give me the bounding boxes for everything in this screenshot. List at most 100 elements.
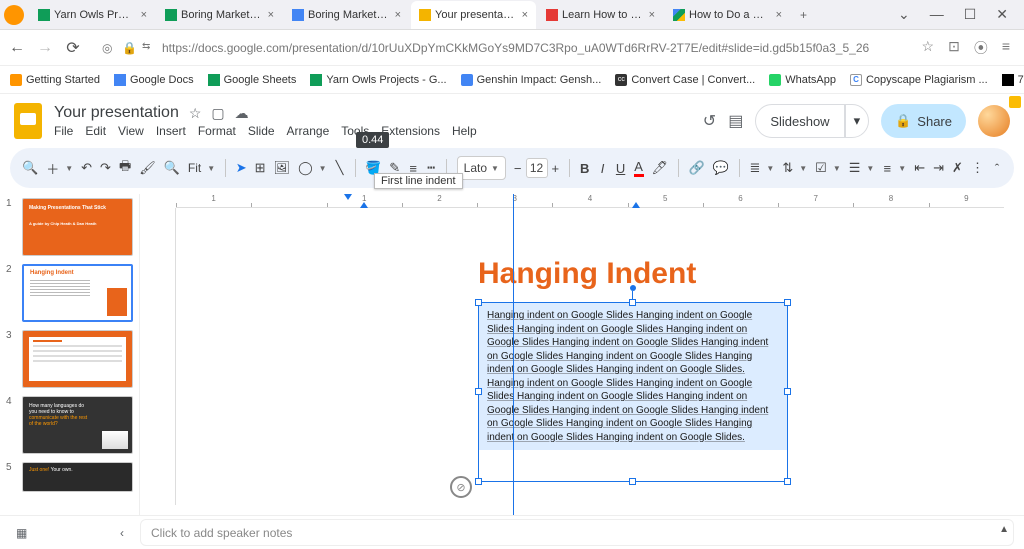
font-increase[interactable]: + [552, 161, 560, 176]
back-button[interactable]: ← [8, 39, 26, 57]
search-menus-icon[interactable]: 🔍 [22, 159, 38, 177]
thumbnail-3[interactable] [22, 330, 133, 388]
bookmark-item[interactable]: CCopyscape Plagiarism ... [850, 74, 988, 86]
zoom-level[interactable]: Fit [188, 161, 201, 175]
font-decrease[interactable]: − [514, 161, 522, 176]
resize-handle[interactable] [475, 299, 482, 306]
line-spacing-button[interactable]: ⇅ [782, 159, 793, 177]
menu-item[interactable]: Extensions [381, 124, 440, 138]
shape-tool[interactable]: ◯ [298, 159, 313, 177]
speaker-notes[interactable]: Click to add speaker notes ▲ [140, 519, 1014, 546]
italic-button[interactable]: I [598, 159, 608, 177]
thumbnail-1[interactable]: Making Presentations That StickA guide b… [22, 198, 133, 256]
menu-item[interactable]: Arrange [287, 124, 330, 138]
image-tool[interactable]: 🖼 [274, 159, 291, 177]
browser-tab[interactable]: Boring Marketing_How To D× [284, 1, 409, 29]
avatar[interactable] [978, 105, 1010, 137]
reload-button[interactable]: ⟳ [64, 38, 82, 58]
thumbnail-2[interactable]: Hanging Indent [22, 264, 133, 322]
star-icon[interactable]: ☆ [189, 105, 202, 122]
slideshow-button[interactable]: Slideshow [755, 104, 844, 138]
bookmark-item[interactable]: Yarn Owls Projects - G... [310, 74, 446, 86]
close-tab-icon[interactable]: × [395, 9, 401, 21]
comment-button[interactable]: 💬 [713, 159, 729, 177]
undo-button[interactable]: ↶ [81, 159, 92, 177]
menu-button[interactable]: ≡ [1002, 38, 1010, 58]
bookmark-item[interactable]: ccConvert Case | Convert... [615, 74, 755, 86]
collapse-toolbar-icon[interactable]: ˆ [992, 159, 1002, 177]
textbox-content[interactable]: Hanging indent on Google Slides Hanging … [479, 303, 787, 450]
indent-increase-button[interactable]: ⇥ [933, 159, 944, 177]
minimize-button[interactable]: ― [930, 6, 944, 23]
scroll-up-icon[interactable]: ▲ [999, 524, 1009, 535]
close-tab-icon[interactable]: × [776, 9, 782, 21]
bookmark-item[interactable]: Google Sheets [208, 74, 297, 86]
thumbnail-5[interactable]: Just one! Your own. [22, 462, 133, 492]
keep-icon[interactable] [1009, 96, 1021, 108]
history-icon[interactable]: ↺ [703, 111, 716, 131]
move-icon[interactable]: ▢ [211, 105, 224, 122]
forward-button[interactable]: → [36, 39, 54, 57]
checklist-button[interactable]: ☑ [815, 159, 827, 177]
url-field[interactable]: ◎ 🔒 ⇆ https://docs.google.com/presentati… [92, 41, 912, 55]
clear-format-button[interactable]: ✗ [952, 159, 963, 177]
resize-handle[interactable] [784, 478, 791, 485]
redo-button[interactable]: ↷ [100, 159, 111, 177]
menu-item[interactable]: Slide [248, 124, 275, 138]
align-button[interactable]: ≣ [750, 159, 761, 177]
browser-tab[interactable]: How to Do a Hanging Inden× [665, 1, 790, 29]
link-button[interactable]: 🔗 [689, 159, 705, 177]
new-tab-button[interactable]: + [792, 8, 815, 22]
underline-button[interactable]: U [616, 159, 626, 177]
horizontal-ruler[interactable]: 1123456789 [176, 194, 1004, 208]
select-tool[interactable]: ➤ [236, 159, 247, 177]
close-tab-icon[interactable]: × [141, 9, 147, 21]
thumbnail-4[interactable]: How many languages do you need to know t… [22, 396, 133, 454]
font-selector[interactable]: Lato▼ [457, 156, 506, 180]
close-tab-icon[interactable]: × [268, 9, 274, 21]
slide-canvas[interactable]: 1123456789 Hanging Indent ⊘ Hanging inde… [140, 194, 1024, 515]
menu-item[interactable]: View [118, 124, 144, 138]
resize-handle[interactable] [629, 478, 636, 485]
bookmark-item[interactable]: Google Docs [114, 74, 194, 86]
selected-textbox[interactable]: Hanging indent on Google Slides Hanging … [478, 302, 788, 482]
resize-handle[interactable] [784, 299, 791, 306]
motion-icon[interactable]: ⊘ [450, 476, 472, 498]
menu-item[interactable]: Format [198, 124, 236, 138]
resize-handle[interactable] [784, 388, 791, 395]
line-tool[interactable]: ╲ [335, 159, 345, 177]
bold-button[interactable]: B [580, 159, 590, 177]
more-button[interactable]: ⋮ [971, 159, 984, 177]
bookmark-item[interactable]: 7 Illustrated Novels fo... [1002, 74, 1024, 86]
slide-title[interactable]: Hanging Indent [478, 257, 696, 291]
bookmark-item[interactable]: WhatsApp [769, 74, 836, 86]
close-tab-icon[interactable]: × [522, 9, 528, 21]
menu-item[interactable]: File [54, 124, 73, 138]
print-button[interactable]: 🖶 [119, 159, 131, 177]
resize-handle[interactable] [629, 299, 636, 306]
close-tab-icon[interactable]: × [649, 9, 655, 21]
sidebar-toggle-icon[interactable]: ⌄ [898, 6, 910, 23]
browser-tab[interactable]: Yarn Owls Projects - Google S× [30, 1, 155, 29]
slideshow-dropdown[interactable]: ▾ [845, 104, 870, 138]
indent-decrease-button[interactable]: ⇤ [914, 159, 925, 177]
grid-view-icon[interactable]: ▦ [16, 526, 27, 540]
browser-tab[interactable]: Your presentation - Google× [411, 1, 536, 29]
rotate-handle[interactable] [630, 285, 636, 291]
bookmark-item[interactable]: Getting Started [10, 74, 100, 86]
resize-handle[interactable] [475, 478, 482, 485]
new-slide-button[interactable]: ＋ [46, 159, 59, 177]
close-window-button[interactable]: ✕ [996, 6, 1008, 23]
bookmark-star-icon[interactable]: ☆ [922, 38, 935, 58]
doc-title[interactable]: Your presentation [54, 104, 179, 122]
collapse-filmstrip-icon[interactable]: ‹ [120, 526, 124, 540]
cloud-status-icon[interactable]: ☁ [235, 105, 249, 122]
textbox-tool[interactable]: ⊞ [255, 159, 266, 177]
text-color-button[interactable]: A [634, 159, 644, 177]
comments-icon[interactable]: ▤ [728, 111, 743, 131]
menu-item[interactable]: Edit [85, 124, 106, 138]
browser-tab[interactable]: Boring Marketing Internal - G× [157, 1, 282, 29]
account-icon[interactable]: ⦿ [974, 38, 988, 58]
downloads-icon[interactable]: ⊡ [948, 38, 960, 58]
numbered-list-button[interactable]: ≡ [882, 159, 892, 177]
